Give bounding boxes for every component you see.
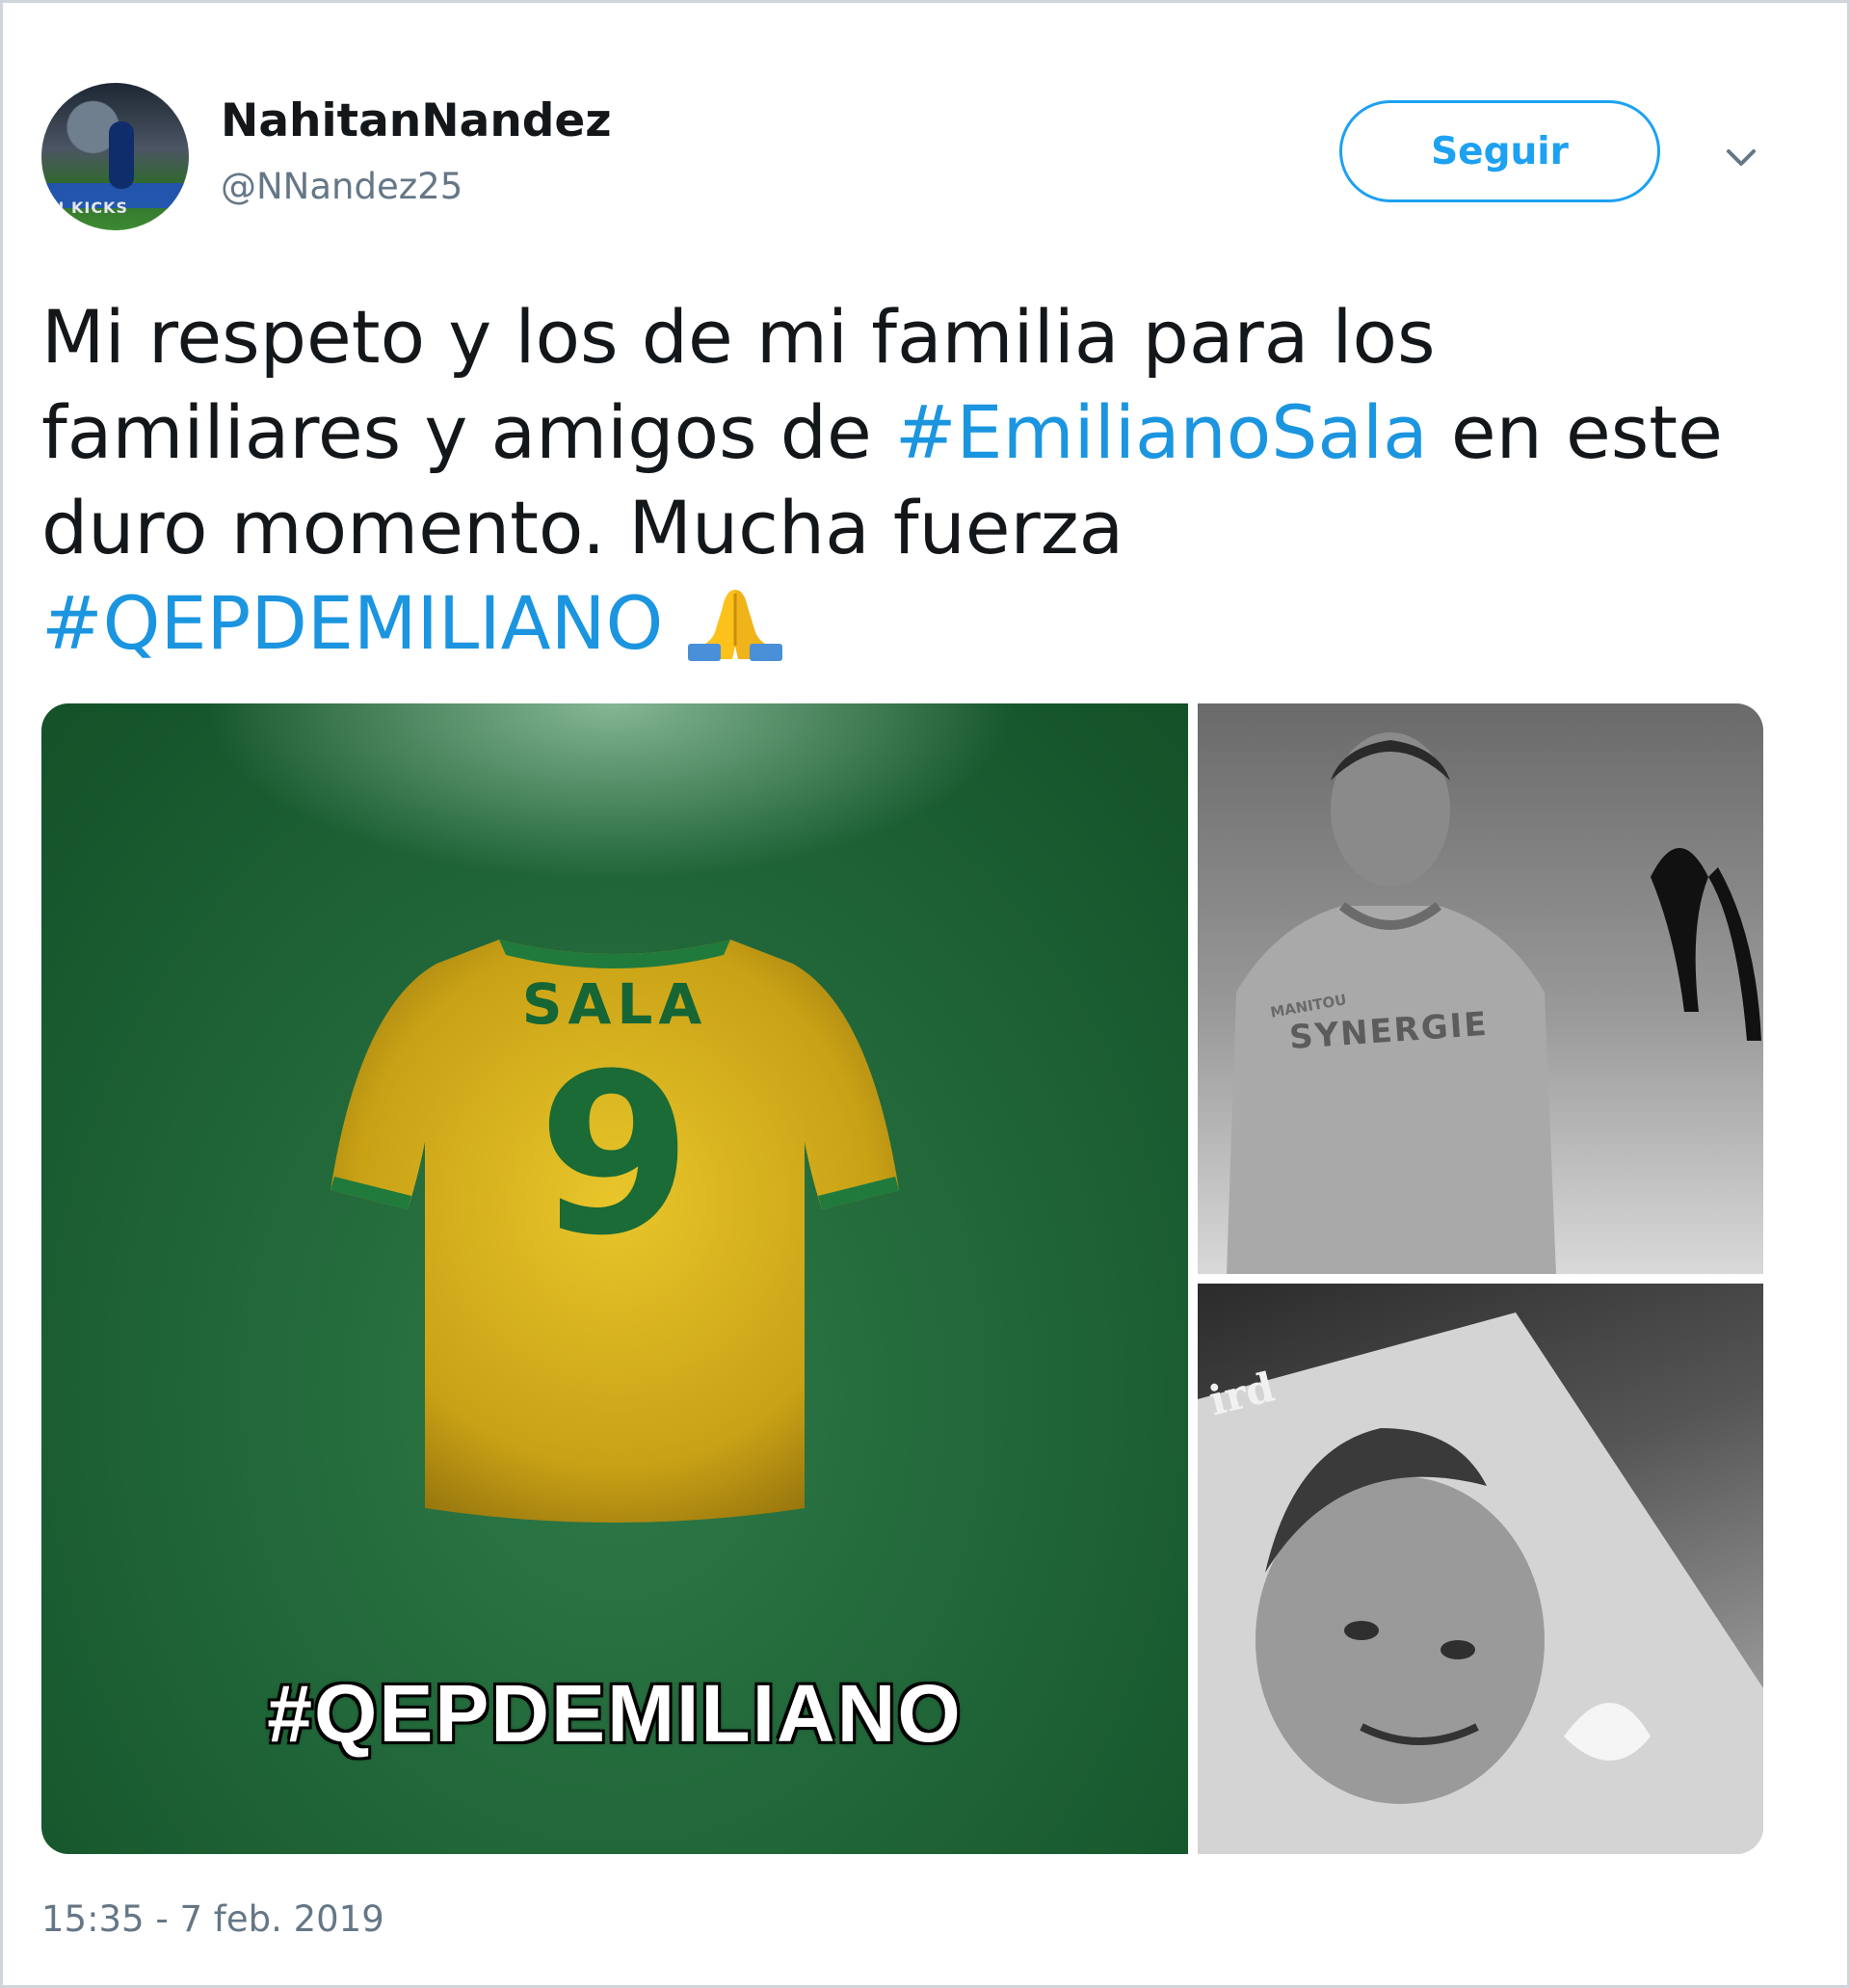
- avatar-text: N KICKS: [51, 199, 128, 217]
- jersey-number: 9: [537, 1027, 693, 1285]
- avatar-figure: [109, 121, 134, 189]
- tweet-line-3: duro momento. Mucha fuerza: [41, 485, 1124, 570]
- tweet-line-4: #QEPDEMILIANO: [41, 575, 1814, 671]
- tweet-text-segment: familiares y amigos de: [41, 389, 895, 475]
- media-grid[interactable]: SALA 9 #QEPDEMILIANO SYNERGIE MANITOU ir…: [41, 703, 1763, 1854]
- image-hashtag-overlay: #QEPDEMILIANO: [267, 1668, 963, 1759]
- tweet-line-2: familiares y amigos de #EmilianoSala en …: [41, 384, 1814, 480]
- tweet-timestamp[interactable]: 15:35 - 7 feb. 2019: [41, 1898, 384, 1940]
- display-name[interactable]: NahitanNandez: [221, 94, 612, 147]
- player-photo-illustration: [1227, 732, 1761, 1274]
- chevron-down-icon[interactable]: [1719, 135, 1763, 179]
- media-magazine-photo[interactable]: ird: [1198, 1284, 1763, 1854]
- media-jersey-image[interactable]: SALA 9 #QEPDEMILIANO: [41, 703, 1188, 1854]
- follow-button[interactable]: Seguir: [1339, 100, 1660, 202]
- tweet-text-segment: en este: [1427, 389, 1723, 475]
- user-handle[interactable]: @NNandez25: [221, 166, 462, 207]
- hashtag-link[interactable]: #QEPDEMILIANO: [41, 580, 663, 666]
- magazine-illustration: [1198, 1312, 1763, 1854]
- hashtag-link[interactable]: #EmilianoSala: [895, 389, 1428, 475]
- tweet-text: Mi respeto y los de mi familia para los …: [41, 289, 1814, 671]
- tweet-line-1: Mi respeto y los de mi familia para los: [41, 294, 1436, 380]
- folded-hands-icon: [688, 590, 783, 661]
- media-player-photo[interactable]: SYNERGIE MANITOU: [1198, 703, 1763, 1274]
- avatar[interactable]: N KICKS: [41, 83, 189, 230]
